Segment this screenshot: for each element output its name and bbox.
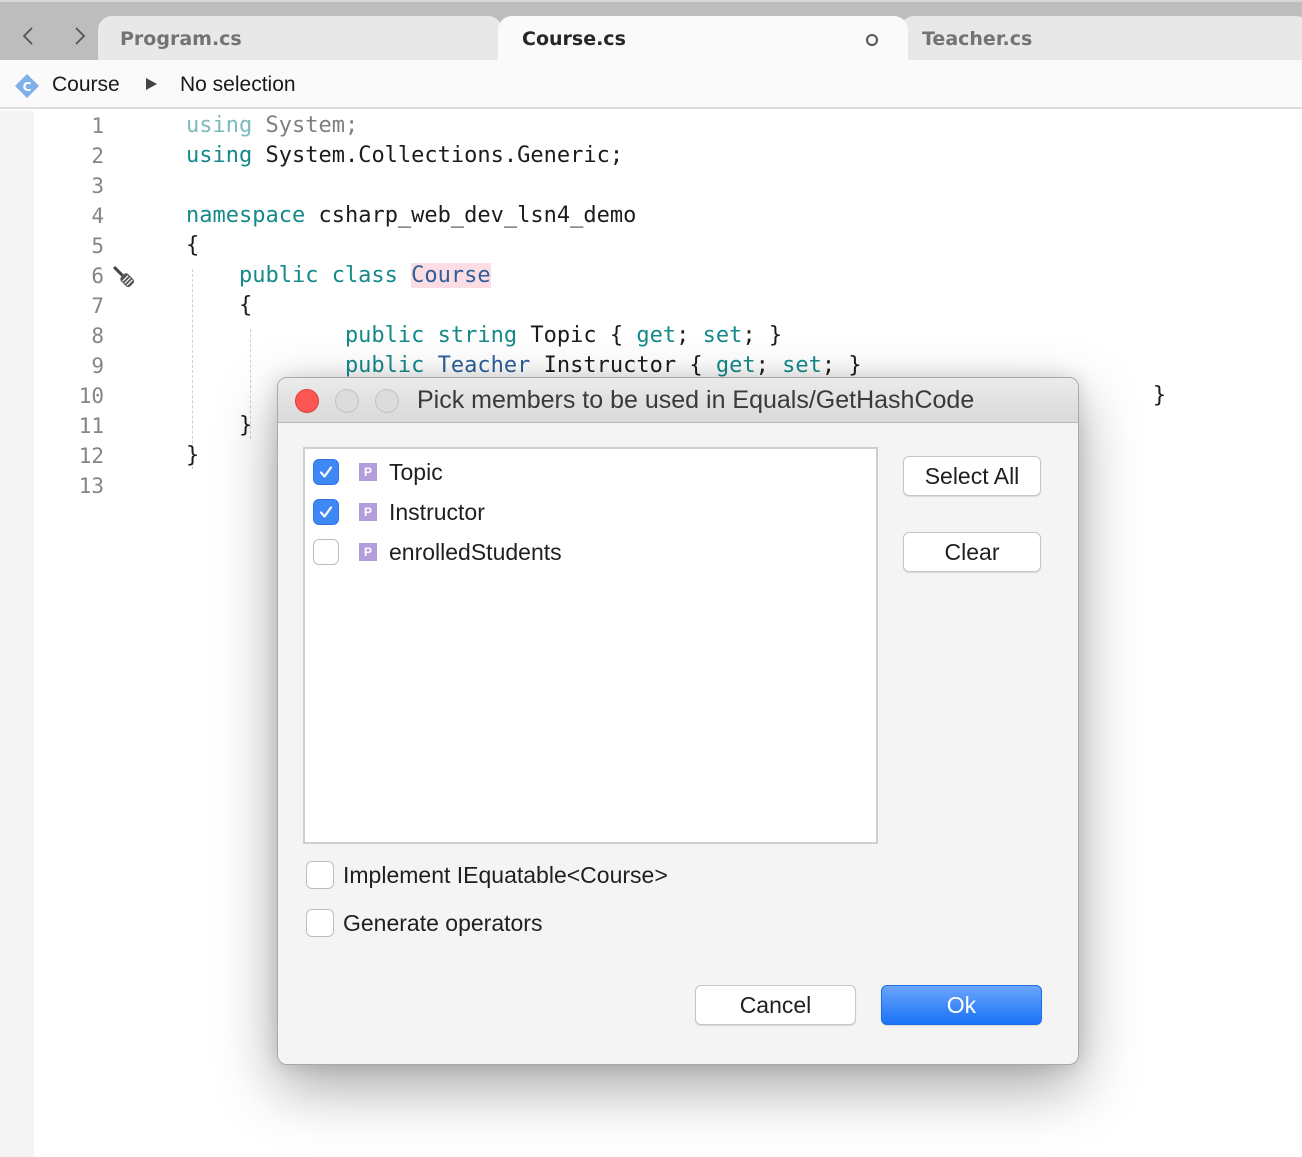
code-token: ; } — [742, 323, 783, 348]
code-token: get — [636, 323, 677, 348]
code-token: ; — [755, 353, 783, 378]
member-item-enrolledstudents[interactable]: P enrolledStudents — [313, 535, 562, 569]
code-token: using — [186, 143, 253, 168]
line-number: 7 — [91, 294, 104, 318]
code-token: namespace — [186, 203, 306, 228]
code-token: using — [186, 113, 253, 138]
line-number: 11 — [78, 414, 104, 438]
member-list[interactable]: P Topic P Instructor P enrolledStudents — [303, 447, 878, 844]
nav-forward-button[interactable] — [68, 22, 92, 50]
code-line[interactable]: { — [186, 291, 1166, 321]
chevron-left-icon — [22, 27, 33, 45]
class-icon: C — [15, 74, 39, 98]
line-number: 13 — [78, 474, 104, 498]
code-token: { — [186, 233, 200, 258]
line-number: 3 — [91, 174, 104, 198]
breadcrumb-separator-icon — [146, 78, 157, 90]
tab-course-cs[interactable]: Course.cs — [498, 16, 908, 62]
dialog-title: Pick members to be used in Equals/GetHas… — [417, 386, 975, 414]
pick-members-dialog: Pick members to be used in Equals/GetHas… — [277, 377, 1079, 1065]
nav-back-button[interactable] — [16, 22, 40, 50]
line-number: 4 — [91, 204, 104, 228]
breadcrumb-member-selector[interactable]: No selection — [180, 73, 296, 97]
line-number-gutter: 1 2 3 4 5 6 7 8 9 10 11 12 13 — [34, 111, 110, 501]
code-token: } — [186, 413, 253, 438]
member-checkbox[interactable] — [313, 459, 339, 485]
tab-label: Teacher.cs — [922, 28, 1033, 50]
code-token: } — [186, 443, 200, 468]
code-token: ; } — [821, 353, 862, 378]
chevron-right-icon — [75, 27, 86, 45]
breadcrumb-class[interactable]: Course — [52, 73, 120, 97]
generate-operators-option[interactable]: Generate operators — [306, 908, 542, 938]
close-window-button[interactable] — [295, 389, 319, 413]
code-line[interactable]: { — [186, 231, 1166, 261]
minimize-window-button — [335, 389, 359, 413]
implement-iequatable-option[interactable]: Implement IEquatable<Course> — [306, 860, 668, 890]
tab-teacher-cs[interactable]: Teacher.cs — [900, 16, 1302, 62]
breadcrumb: C Course No selection — [0, 60, 1302, 109]
code-token: Topic { — [517, 323, 637, 348]
select-all-button[interactable]: Select All — [903, 456, 1041, 496]
ok-button[interactable]: Ok — [881, 985, 1042, 1025]
code-token: set — [702, 323, 743, 348]
property-icon: P — [359, 463, 377, 481]
line-number: 12 — [78, 444, 104, 468]
checkmark-icon — [319, 506, 333, 518]
option-label: Implement IEquatable<Course> — [343, 861, 668, 888]
code-token: System; — [252, 113, 359, 138]
property-icon: P — [359, 503, 377, 521]
code-line[interactable] — [186, 171, 1166, 201]
code-line[interactable]: using System; — [186, 111, 1166, 141]
svg-text:C: C — [23, 80, 32, 94]
code-line[interactable]: using System.Collections.Generic; — [186, 141, 1166, 171]
code-token: set — [782, 353, 822, 378]
clear-button[interactable]: Clear — [903, 532, 1041, 572]
member-label: enrolledStudents — [389, 538, 562, 565]
line-number: 5 — [91, 234, 104, 258]
tab-label: Program.cs — [120, 28, 242, 50]
line-number: 1 — [91, 114, 104, 138]
code-token: get — [715, 353, 756, 378]
code-token: public — [186, 353, 438, 378]
code-token: Course — [411, 263, 491, 288]
cancel-button[interactable]: Cancel — [695, 985, 856, 1025]
code-token: { — [186, 293, 253, 318]
code-line[interactable]: public string Topic { get; set; } — [186, 321, 1166, 351]
option-checkbox[interactable] — [306, 909, 334, 937]
property-icon: P — [359, 543, 377, 561]
dialog-titlebar[interactable]: Pick members to be used in Equals/GetHas… — [278, 378, 1078, 423]
code-token: public string — [186, 323, 518, 348]
code-token: csharp_web_dev_lsn4_demo — [305, 203, 637, 228]
line-number: 8 — [91, 324, 104, 348]
code-token: public class — [186, 263, 412, 288]
code-token: Instructor { — [530, 353, 716, 378]
option-checkbox[interactable] — [306, 861, 334, 889]
line-number: 10 — [78, 384, 104, 408]
member-label: Instructor — [389, 498, 485, 525]
zoom-window-button — [375, 389, 399, 413]
line-number: 6 — [91, 264, 104, 288]
line-number: 9 — [91, 354, 104, 378]
member-item-instructor[interactable]: P Instructor — [313, 495, 485, 529]
tab-bar: Program.cs Course.cs Teacher.cs — [0, 0, 1302, 62]
tab-label: Course.cs — [522, 28, 626, 50]
code-line[interactable]: public class Course — [186, 261, 1166, 291]
unsaved-indicator-icon[interactable] — [866, 34, 878, 46]
screwdriver-icon[interactable] — [110, 263, 138, 291]
option-label: Generate operators — [343, 909, 543, 936]
code-token: ; — [676, 323, 703, 348]
member-checkbox[interactable] — [313, 539, 339, 565]
code-line[interactable]: namespace csharp_web_dev_lsn4_demo — [186, 201, 1166, 231]
member-item-topic[interactable]: P Topic — [313, 455, 443, 489]
code-token: Teacher — [437, 353, 531, 378]
member-checkbox[interactable] — [313, 499, 339, 525]
editor-left-margin — [0, 111, 34, 1157]
tab-program-cs[interactable]: Program.cs — [98, 16, 502, 62]
code-token: System.Collections.Generic; — [252, 143, 624, 168]
checkmark-icon — [319, 466, 333, 478]
line-number: 2 — [91, 144, 104, 168]
member-label: Topic — [389, 458, 443, 485]
